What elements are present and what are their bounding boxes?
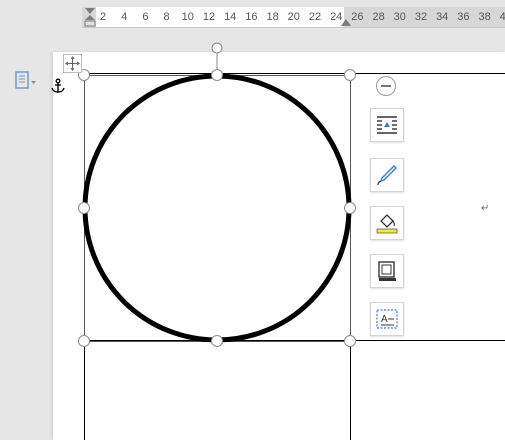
collapse-icon[interactable] [376,76,396,96]
layout-options-button[interactable] [370,108,404,142]
shape-quick-toolbar: A [368,72,408,342]
move-arrows-icon [65,56,80,71]
resize-handle-left[interactable] [78,202,90,214]
resize-handle-bottom[interactable] [211,335,223,347]
resize-handle-bottom-right[interactable] [344,335,356,347]
table-move-handle[interactable] [63,54,82,73]
text-box-button[interactable]: A [370,302,404,336]
svg-text:A: A [381,314,388,325]
resize-handle-bottom-left[interactable] [78,335,90,347]
resize-handle-right[interactable] [344,202,356,214]
fill-bucket-icon [376,214,398,234]
shape-outline-button[interactable] [370,158,404,192]
pen-icon [377,165,397,186]
text-box-icon: A [376,309,398,329]
shadow-box-icon [378,261,396,281]
anchor-icon[interactable] [50,78,66,94]
paragraph-mark: ↵ [481,203,490,214]
resize-handle-top-right[interactable] [344,69,356,81]
resize-handle-top[interactable] [211,69,223,81]
text-wrap-icon [377,116,397,134]
shape-fill-button[interactable] [370,206,404,240]
shape-effects-button[interactable] [370,254,404,288]
